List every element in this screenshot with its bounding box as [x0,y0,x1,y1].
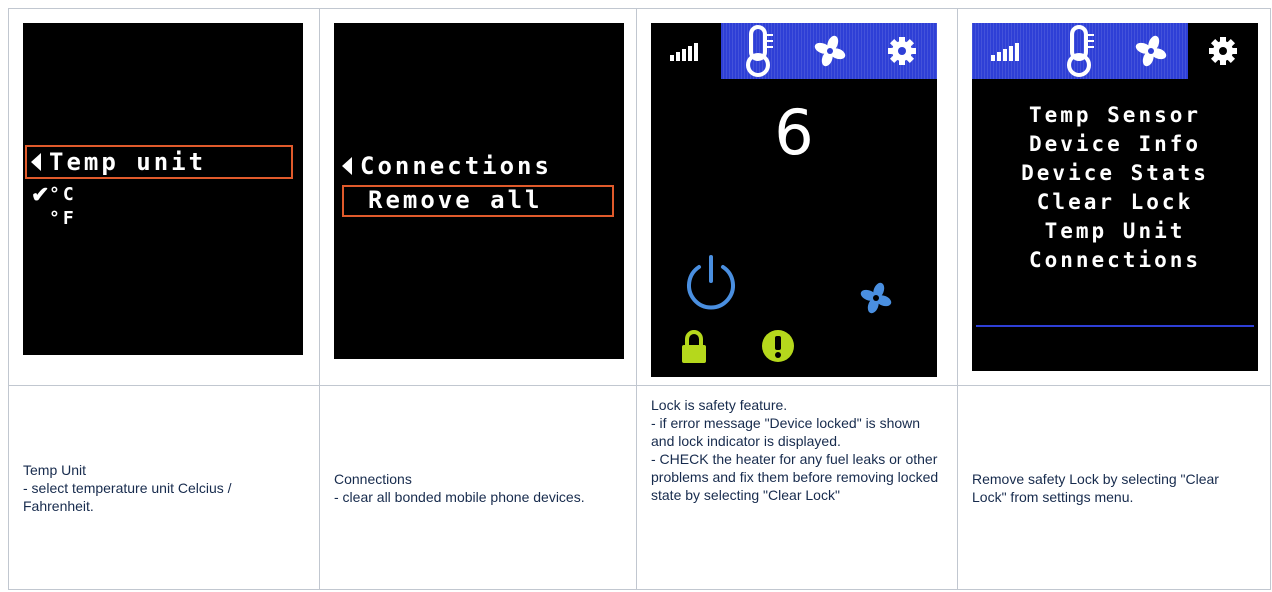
cell-settings-screen: Temp Sensor Device Info Device Stats Cle… [957,8,1271,386]
connections-screen: Connections Remove all [334,23,624,359]
clear-lock-description: Remove safety Lock by selecting "Clear L… [972,470,1219,505]
selected-menu-item: Remove all [368,186,543,214]
tab-signal [972,23,1042,79]
fan-icon [860,282,892,314]
menu-item-clear-lock: Clear Lock [1036,190,1194,214]
signal-icon [991,43,1019,61]
gear-icon [1209,37,1237,65]
tab-signal [651,23,721,79]
menu-item-device-info: Device Info [1028,132,1202,156]
settings-menu: Temp Sensor Device Info Device Stats Cle… [972,101,1258,275]
setpoint-value: 6 [774,96,814,169]
menu-title: Temp unit [49,148,207,176]
fan-icon [814,35,846,67]
signal-icon [670,43,698,61]
tab-bar [972,23,1258,79]
thermometer-icon [746,25,773,77]
settings-screen: Temp Sensor Device Info Device Stats Cle… [972,23,1258,371]
option-celsius: °C [49,184,77,205]
tab-fan [1116,23,1186,79]
menu-item-connections: Connections [1028,248,1202,272]
menu-item-temp-unit: Temp Unit [1044,219,1186,243]
check-icon: ✔ [31,182,50,207]
cell-clear-lock-description: Remove safety Lock by selecting "Clear L… [957,385,1271,590]
cell-temp-unit-screen: Temp unit ✔ °C °F [8,8,320,386]
tab-thermometer [1044,23,1114,79]
tab-fan [795,23,865,79]
power-icon [687,255,735,310]
fan-icon [1135,35,1167,67]
warning-icon [762,330,794,362]
menu-title: Connections [360,152,552,180]
menu-item-temp-sensor: Temp Sensor [1028,103,1202,127]
tab-bar [651,23,937,79]
temp-unit-screen: Temp unit ✔ °C °F [23,23,303,355]
cell-main-screen: 6 [636,8,958,386]
cell-temp-unit-description: Temp Unit - select temperature unit Celc… [8,385,320,590]
menu-item-device-stats: Device Stats [1021,161,1209,185]
back-arrow-icon [31,153,41,171]
thermometer-icon [1067,25,1094,77]
main-screen: 6 [651,23,937,377]
tab-settings [867,23,937,79]
option-fahrenheit: °F [49,208,77,229]
screenshot-row: Temp unit ✔ °C °F Connections Remove all [8,8,1271,386]
lock-description: Lock is safety feature. - if error messa… [651,397,939,503]
tab-thermometer [723,23,793,79]
cell-connections-screen: Connections Remove all [319,8,637,386]
temp-unit-description: Temp Unit - select temperature unit Celc… [23,461,232,514]
description-row: Temp Unit - select temperature unit Celc… [8,385,1271,590]
feature-table: Temp unit ✔ °C °F Connections Remove all [8,8,1271,590]
cell-connections-description: Connections - clear all bonded mobile ph… [319,385,637,590]
lock-icon [682,330,706,363]
menu-divider [976,325,1254,327]
back-arrow-icon [342,157,352,175]
tab-settings [1188,23,1258,79]
gear-icon [888,37,916,65]
cell-lock-description: Lock is safety feature. - if error messa… [636,385,958,590]
connections-description: Connections - clear all bonded mobile ph… [334,470,585,505]
